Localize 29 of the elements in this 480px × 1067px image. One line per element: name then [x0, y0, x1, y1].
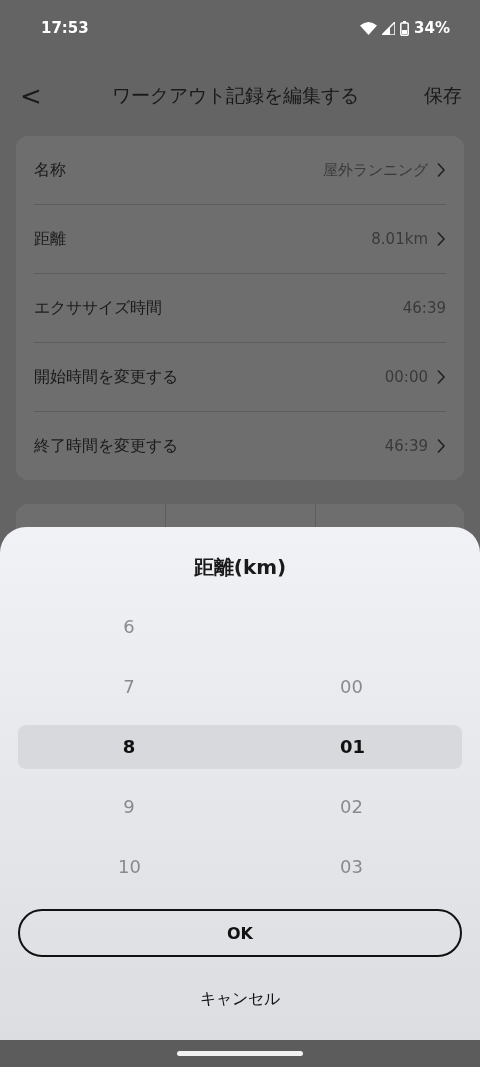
chevron-icon[interactable]	[436, 369, 446, 385]
picker-option[interactable]: 7	[118, 657, 140, 717]
picker-option[interactable]: 00	[340, 657, 362, 717]
row-label: 距離	[34, 228, 67, 250]
cancel-button[interactable]: キャンセル	[180, 969, 300, 1029]
save-button[interactable]: 保存	[424, 83, 462, 109]
row-label: 名称	[34, 159, 67, 181]
row-label: 開始時間を変更する	[34, 366, 179, 388]
chevron-icon[interactable]	[436, 162, 446, 178]
signal-icon	[382, 21, 396, 35]
picker-option[interactable]: 9	[118, 777, 140, 837]
row-label: 終了時間を変更する	[34, 435, 179, 457]
picker-option[interactable]: 10	[118, 837, 140, 897]
battery-icon	[400, 20, 410, 36]
sheet-title: 距離(km)	[193, 554, 287, 580]
picker-option[interactable]: 8	[118, 717, 140, 777]
chevron-icon[interactable]	[436, 438, 446, 454]
page-title: ワークアウト記録を編集する	[112, 83, 360, 108]
battery-percent: 34%	[414, 19, 450, 37]
chevron-icon[interactable]	[436, 231, 446, 247]
picker-option[interactable]: 6	[118, 597, 140, 657]
picker-option[interactable]: 01	[340, 717, 362, 777]
status-time: 17:53	[41, 19, 89, 37]
picker-option[interactable]: 02	[340, 777, 362, 837]
picker-option[interactable]: 03	[340, 837, 362, 897]
back-button[interactable]: <	[14, 81, 48, 111]
wifi-icon	[360, 21, 378, 35]
ok-button[interactable]: OK	[18, 909, 462, 957]
row-label: エクササイズ時間	[34, 297, 163, 319]
